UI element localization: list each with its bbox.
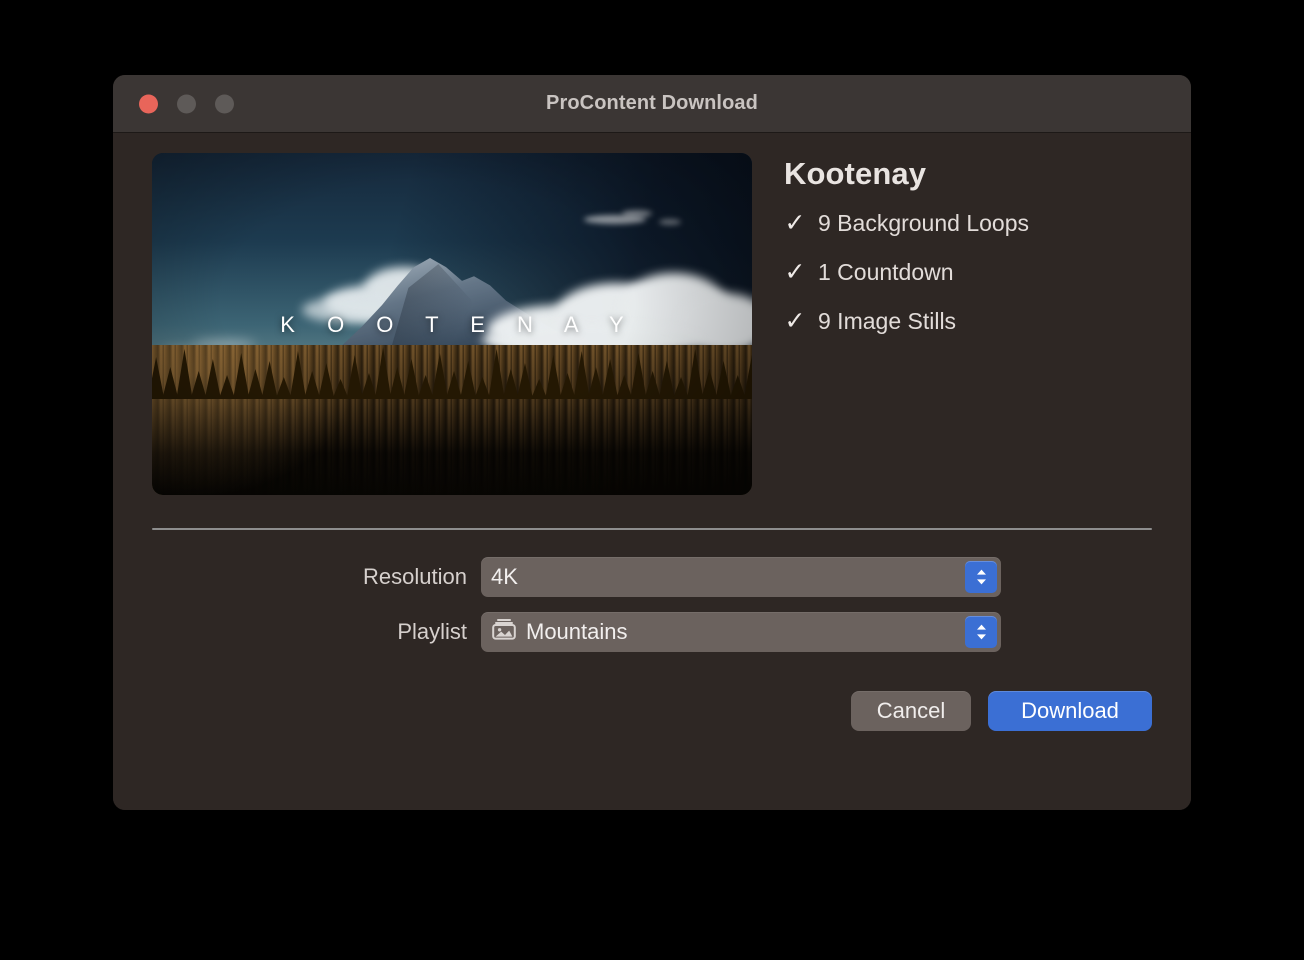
window-controls <box>139 94 234 113</box>
cancel-button[interactable]: Cancel <box>851 691 971 731</box>
photo-library-icon <box>491 618 517 646</box>
checkmark-icon: ✓ <box>784 307 806 335</box>
resolution-value: 4K <box>491 564 518 589</box>
playlist-select[interactable]: Mountains <box>481 612 1001 652</box>
playlist-label: Playlist <box>397 619 467 644</box>
playlist-value-group: Mountains <box>491 618 628 646</box>
cloud-wisp-icon <box>622 210 652 217</box>
zoom-button-icon[interactable] <box>215 94 234 113</box>
download-button[interactable]: Download <box>988 691 1152 731</box>
checkmark-icon: ✓ <box>784 209 806 237</box>
feature-label: 1 Countdown <box>818 259 954 285</box>
window-title: ProContent Download <box>546 92 758 114</box>
resolution-row: Resolution 4K <box>113 557 1191 597</box>
download-options-form: Resolution 4K Playlist Mountains <box>113 530 1191 652</box>
resolution-select[interactable]: 4K <box>481 557 1001 597</box>
playlist-row: Playlist Mountains <box>113 612 1191 652</box>
resolution-label: Resolution <box>363 564 467 589</box>
feature-item: ✓ 9 Background Loops <box>784 210 1029 237</box>
procontent-download-window: ProContent Download K O O T E N A Y Koot… <box>113 75 1191 810</box>
feature-item: ✓ 9 Image Stills <box>784 308 1029 335</box>
preview-treeline-silhouette <box>152 341 752 399</box>
pack-preview-thumbnail: K O O T E N A Y <box>152 153 752 495</box>
feature-item: ✓ 1 Countdown <box>784 259 1029 286</box>
feature-label: 9 Image Stills <box>818 308 957 334</box>
window-body: K O O T E N A Y Kootenay ✓ 9 Background … <box>113 133 1191 810</box>
feature-label: 9 Background Loops <box>818 210 1029 236</box>
desktop-background: ProContent Download K O O T E N A Y Koot… <box>0 0 1304 960</box>
minimize-button-icon[interactable] <box>177 94 196 113</box>
preview-wordmark: K O O T E N A Y <box>280 312 637 337</box>
dialog-actions: Cancel Download <box>113 667 1191 731</box>
window-titlebar: ProContent Download <box>113 75 1191 133</box>
pack-title: Kootenay <box>784 156 927 191</box>
cloud-wisp-icon <box>659 219 681 225</box>
pack-details: Kootenay ✓ 9 Background Loops ✓ 1 Countd… <box>768 153 1029 495</box>
pack-overview-section: K O O T E N A Y Kootenay ✓ 9 Background … <box>113 133 1191 495</box>
checkmark-icon: ✓ <box>784 258 806 286</box>
chevron-updown-icon[interactable] <box>965 561 997 593</box>
chevron-updown-icon[interactable] <box>965 616 997 648</box>
playlist-value: Mountains <box>526 619 628 644</box>
close-button-icon[interactable] <box>139 94 158 113</box>
